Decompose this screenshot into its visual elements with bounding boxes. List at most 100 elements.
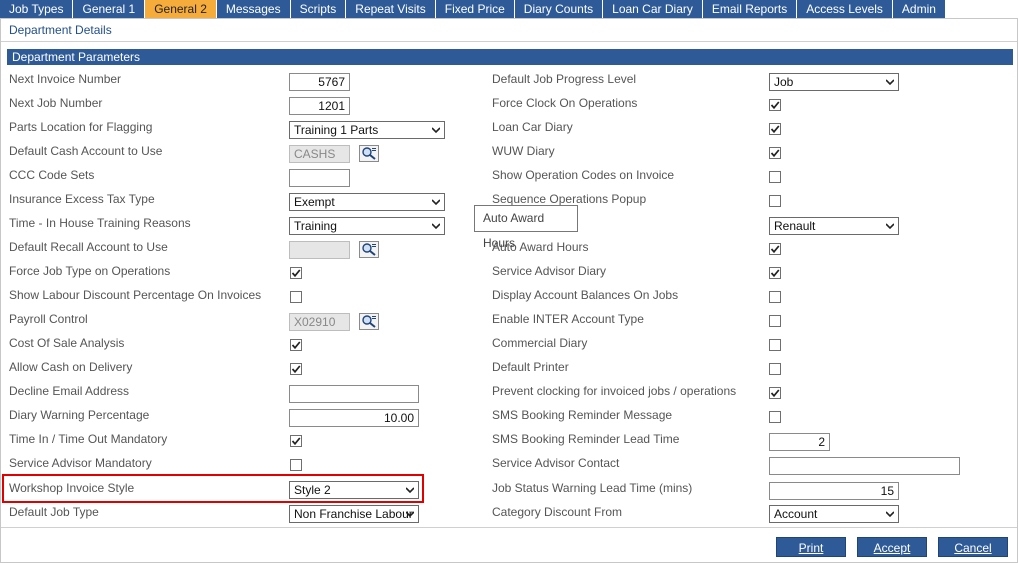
insurance-excess-tax-select[interactable]: Exempt	[289, 193, 445, 211]
magnifier-lookup-icon[interactable]	[359, 241, 379, 258]
label-diary-warning: Diary Warning Percentage	[9, 408, 150, 422]
tab-general-2[interactable]: General 2	[145, 0, 217, 18]
job-status-warning-field[interactable]: 15	[769, 482, 899, 500]
enable-inter-checkbox[interactable]	[769, 315, 781, 327]
decline-email-field[interactable]	[289, 385, 419, 403]
panel-title: Department Details	[9, 23, 112, 37]
service-advisor-diary-checkbox[interactable]	[769, 267, 781, 279]
prevent-clocking-checkbox[interactable]	[769, 387, 781, 399]
allow-cash-on-delivery-checkbox[interactable]	[290, 363, 302, 375]
default-recall-account-field[interactable]	[289, 241, 350, 259]
franchise-value: Renault	[774, 219, 816, 233]
tab-job-types[interactable]: Job Types	[0, 0, 74, 18]
label-sms-lead-time: SMS Booking Reminder Lead Time	[492, 432, 680, 446]
label-default-printer: Default Printer	[492, 360, 569, 374]
commercial-diary-checkbox[interactable]	[769, 339, 781, 351]
tab-repeat-visits[interactable]: Repeat Visits	[346, 0, 436, 18]
magnifier-lookup-icon[interactable]	[359, 313, 379, 330]
label-cost-of-sale: Cost Of Sale Analysis	[9, 336, 125, 350]
tab-scripts[interactable]: Scripts	[290, 0, 347, 18]
tab-email-reports[interactable]: Email Reports	[702, 0, 798, 18]
auto-award-hours-tooltip: Auto Award Hours	[474, 205, 578, 250]
next-job-number-field[interactable]: 1201	[289, 97, 350, 115]
label-allow-cash-on-delivery: Allow Cash on Delivery	[9, 360, 133, 374]
parts-location-select[interactable]: Training 1 Parts	[289, 121, 445, 139]
tab-messages[interactable]: Messages	[216, 0, 291, 18]
chevron-down-icon	[886, 79, 894, 86]
checkmark-icon	[291, 269, 301, 278]
label-parts-location: Parts Location for Flagging	[9, 120, 153, 134]
tab-diary-counts[interactable]: Diary Counts	[514, 0, 604, 18]
highlight-box	[2, 474, 424, 503]
wuw-diary-checkbox[interactable]	[769, 147, 781, 159]
checkmark-icon	[291, 365, 301, 374]
show-labour-discount-checkbox[interactable]	[290, 291, 302, 303]
label-display-account-balances: Display Account Balances On Jobs	[492, 288, 679, 302]
time-in-house-select[interactable]: Training	[289, 217, 445, 235]
service-advisor-contact-field[interactable]	[769, 457, 960, 475]
label-service-advisor-diary: Service Advisor Diary	[492, 264, 607, 278]
tab-admin[interactable]: Admin	[892, 0, 946, 18]
section-header: Department Parameters	[7, 49, 1013, 65]
time-in-house-value: Training	[294, 219, 337, 233]
accept-button[interactable]: Accept	[857, 537, 927, 557]
default-job-progress-value: Job	[774, 75, 794, 89]
label-next-invoice-number: Next Invoice Number	[9, 72, 122, 86]
label-time-in-house: Time - In House Training Reasons	[9, 216, 191, 230]
label-default-job-progress: Default Job Progress Level	[492, 72, 637, 86]
auto-award-hours-checkbox[interactable]	[769, 243, 781, 255]
label-next-job-number: Next Job Number	[9, 96, 103, 110]
chevron-down-icon	[886, 223, 894, 230]
checkmark-icon	[770, 125, 780, 134]
checkmark-icon	[291, 341, 301, 350]
divider	[1, 527, 1017, 528]
checkmark-icon	[291, 437, 301, 446]
next-invoice-number-field[interactable]: 5767	[289, 73, 350, 91]
franchise-select[interactable]: Renault	[769, 217, 899, 235]
chevron-down-icon	[432, 199, 440, 206]
tab-loan-car-diary[interactable]: Loan Car Diary	[603, 0, 703, 18]
chevron-down-icon	[432, 127, 440, 134]
sms-booking-message-checkbox[interactable]	[769, 411, 781, 423]
default-job-progress-select[interactable]: Job	[769, 73, 899, 91]
cancel-button[interactable]: Cancel	[938, 537, 1008, 557]
force-clock-on-checkbox[interactable]	[769, 99, 781, 111]
cost-of-sale-checkbox[interactable]	[290, 339, 302, 351]
category-discount-value: Account	[774, 507, 818, 521]
ccc-code-sets-field[interactable]	[289, 169, 350, 187]
default-printer-checkbox[interactable]	[769, 363, 781, 375]
checkmark-icon	[770, 101, 780, 110]
label-default-job-type: Default Job Type	[9, 505, 99, 519]
payroll-control-field[interactable]: X02910	[289, 313, 350, 331]
tab-access-levels[interactable]: Access Levels	[797, 0, 893, 18]
default-job-type-select[interactable]: Non Franchise Labour	[289, 505, 419, 523]
label-service-advisor-contact: Service Advisor Contact	[492, 456, 620, 470]
label-time-in-out: Time In / Time Out Mandatory	[9, 432, 168, 446]
magnifier-lookup-icon[interactable]	[359, 145, 379, 162]
diary-warning-field[interactable]: 10.00	[289, 409, 419, 427]
label-category-discount: Category Discount From	[492, 505, 623, 519]
category-discount-select[interactable]: Account	[769, 505, 899, 523]
tab-general-1[interactable]: General 1	[73, 0, 146, 18]
loan-car-diary-checkbox[interactable]	[769, 123, 781, 135]
print-button[interactable]: Print	[776, 537, 846, 557]
insurance-excess-tax-value: Exempt	[294, 195, 335, 209]
label-insurance-excess-tax: Insurance Excess Tax Type	[9, 192, 155, 206]
chevron-down-icon	[406, 511, 414, 518]
tab-fixed-price[interactable]: Fixed Price	[435, 0, 515, 18]
default-cash-account-field[interactable]: CASHS	[289, 145, 350, 163]
label-job-status-warning: Job Status Warning Lead Time (mins)	[492, 481, 693, 495]
label-show-labour-discount: Show Labour Discount Percentage On Invoi…	[9, 288, 262, 302]
sequence-operations-checkbox[interactable]	[769, 195, 781, 207]
time-in-out-checkbox[interactable]	[290, 435, 302, 447]
show-operation-codes-checkbox[interactable]	[769, 171, 781, 183]
label-sms-booking-message: SMS Booking Reminder Message	[492, 408, 673, 422]
force-job-type-checkbox[interactable]	[290, 267, 302, 279]
label-default-recall-account: Default Recall Account to Use	[9, 240, 168, 254]
sms-lead-time-field[interactable]: 2	[769, 433, 830, 451]
display-account-balances-checkbox[interactable]	[769, 291, 781, 303]
checkmark-icon	[770, 389, 780, 398]
label-default-cash-account: Default Cash Account to Use	[9, 144, 163, 158]
label-loan-car-diary: Loan Car Diary	[492, 120, 573, 134]
service-advisor-mandatory-checkbox[interactable]	[290, 459, 302, 471]
